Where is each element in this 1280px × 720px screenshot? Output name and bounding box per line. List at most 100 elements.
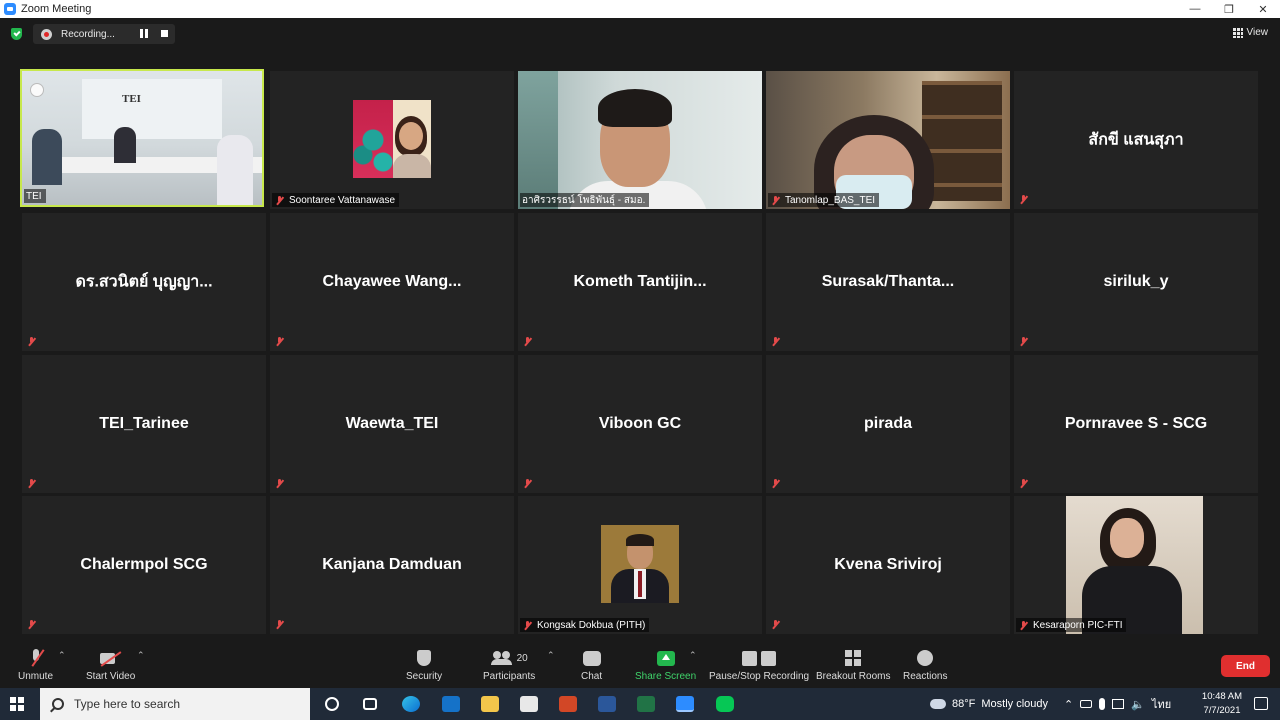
input-language-indicator[interactable]: ไทย (1152, 695, 1171, 713)
windows-start-icon[interactable] (10, 697, 24, 711)
chat-bubble-icon (582, 650, 601, 666)
weather-temperature: 88°F (952, 698, 976, 710)
share-options-chevron-icon[interactable]: ⌃ (689, 650, 697, 661)
mic-muted-icon (1018, 620, 1029, 631)
maximize-icon[interactable]: ❐ (1212, 0, 1246, 18)
edge-browser-icon[interactable] (402, 696, 420, 712)
participants-options-chevron-icon[interactable]: ⌃ (547, 650, 555, 661)
battery-icon[interactable] (1080, 700, 1093, 708)
mic-muted-icon (770, 478, 781, 489)
cortana-icon[interactable] (325, 697, 339, 711)
breakout-rooms-label: Breakout Rooms (816, 671, 891, 682)
close-icon[interactable]: ✕ (1246, 0, 1280, 18)
participant-tile[interactable]: Waewta_TEI (270, 355, 514, 493)
pause-stop-recording-button[interactable]: Pause/Stop Recording (709, 647, 809, 682)
participant-nameplate: อาศิรวรรธน์ โพธิพันธุ์ - สมอ. (520, 193, 650, 207)
participant-tile[interactable]: siriluk_y (1014, 213, 1258, 351)
powerpoint-icon[interactable] (559, 696, 577, 712)
participant-tile[interactable]: Kongsak Dokbua (PITH) (518, 496, 762, 634)
participant-tile[interactable]: Kanjana Damduan (270, 496, 514, 634)
clock-date: 7/7/2021 (1203, 705, 1241, 716)
microsoft-store-icon[interactable] (520, 696, 538, 712)
participants-button[interactable]: 20 Participants (483, 647, 535, 682)
participant-name: Viboon GC (598, 415, 682, 432)
start-video-button[interactable]: Start Video (86, 647, 135, 682)
participant-tile[interactable]: TEI_Tarinee (22, 355, 266, 493)
mic-muted-icon (1018, 478, 1029, 489)
participant-name: Kvena Sriviroj (834, 556, 942, 573)
participant-tile[interactable]: TEI TEI (20, 69, 264, 207)
participant-tile[interactable]: ดร.สวนิตย์ บุญญา... (22, 213, 266, 351)
participant-tile[interactable]: อาศิรวรรธน์ โพธิพันธุ์ - สมอ. (518, 71, 762, 209)
stop-icon (761, 650, 777, 666)
participant-name: Kanjana Damduan (322, 556, 462, 573)
participant-tile[interactable]: Kesaraporn PIC-FTI (1014, 496, 1258, 634)
speaker-icon[interactable]: 🔈 (1131, 698, 1145, 711)
participant-name: TEI_Tarinee (99, 415, 189, 432)
participant-tile[interactable]: Soontaree Vattanawase (270, 71, 514, 209)
participant-tile[interactable]: Chalermpol SCG (22, 496, 266, 634)
participant-tile[interactable]: Tanomlap_BAS_TEI (766, 71, 1010, 209)
unmute-button[interactable]: Unmute (18, 647, 53, 682)
participant-tile[interactable]: Pornravee S - SCG (1014, 355, 1258, 493)
participant-nameplate: Tanomlap_BAS_TEI (768, 193, 880, 207)
word-icon[interactable] (598, 696, 616, 712)
zoom-app-icon (4, 3, 16, 15)
zoom-taskbar-icon[interactable] (676, 696, 694, 712)
share-screen-button[interactable]: Share Screen (635, 647, 696, 682)
file-explorer-icon[interactable] (481, 696, 499, 712)
reactions-button[interactable]: Reactions (903, 647, 947, 682)
mic-muted-icon (522, 478, 533, 489)
participant-tile[interactable]: สักขี แสนสุภา (1014, 71, 1258, 209)
mic-muted-icon (1018, 194, 1029, 205)
minimize-icon[interactable]: — (1178, 0, 1212, 18)
recording-label: Recording... (61, 28, 115, 40)
chat-button[interactable]: Chat (581, 647, 602, 682)
microphone-muted-icon (28, 648, 44, 668)
system-tray: ⌃ 🔈 ไทย (1064, 688, 1171, 720)
breakout-rooms-button[interactable]: Breakout Rooms (816, 647, 890, 682)
participant-video (1066, 496, 1203, 634)
mic-muted-icon (274, 336, 285, 347)
participant-name: Kometh Tantijin... (573, 273, 707, 290)
show-hidden-icons-chevron-icon[interactable]: ⌃ (1064, 698, 1073, 711)
participant-tile[interactable]: Chayawee Wang... (270, 213, 514, 351)
notification-center-icon[interactable] (1254, 697, 1268, 710)
participant-name: Chalermpol SCG (80, 556, 208, 573)
task-view-icon[interactable] (363, 698, 377, 710)
end-meeting-button[interactable]: End (1221, 655, 1270, 677)
profile-picture (353, 100, 431, 178)
participant-nameplate: Kesaraporn PIC-FTI (1016, 618, 1127, 632)
encryption-shield-icon[interactable] (11, 28, 22, 40)
participant-video: TEI (22, 71, 262, 205)
view-button[interactable]: View (1232, 27, 1268, 38)
mic-muted-icon (274, 619, 285, 630)
participant-name: Chayawee Wang... (322, 273, 462, 290)
participant-tile[interactable]: Surasak/Thanta... (766, 213, 1010, 351)
line-app-icon[interactable] (716, 696, 734, 712)
participant-tile[interactable]: Kometh Tantijin... (518, 213, 762, 351)
display-icon[interactable] (1112, 699, 1125, 709)
breakout-rooms-icon (845, 650, 862, 666)
microphone-tray-icon[interactable] (1099, 698, 1106, 710)
participant-tile[interactable]: pirada (766, 355, 1010, 493)
weather-widget[interactable]: 88°F Mostly cloudy (930, 688, 1048, 720)
audio-options-chevron-icon[interactable]: ⌃ (58, 650, 66, 661)
recording-indicator: Recording... (33, 24, 175, 44)
participant-tile[interactable]: Viboon GC (518, 355, 762, 493)
taskbar-search-box[interactable]: Type here to search (40, 688, 310, 720)
mail-icon[interactable] (442, 696, 460, 712)
pause-stop-recording-label: Pause/Stop Recording (709, 671, 810, 682)
weather-description: Mostly cloudy (981, 698, 1048, 710)
stop-recording-icon[interactable] (161, 30, 168, 37)
security-button[interactable]: Security (406, 647, 442, 682)
taskbar-clock[interactable]: 10:48 AM 7/7/2021 (1198, 690, 1246, 718)
mic-muted-icon (274, 195, 285, 206)
pause-recording-icon[interactable] (140, 29, 148, 38)
wall-clock-icon (30, 83, 44, 97)
participant-tile[interactable]: Kvena Sriviroj (766, 496, 1010, 634)
mic-muted-icon (1018, 336, 1029, 347)
excel-icon[interactable] (637, 696, 655, 712)
video-options-chevron-icon[interactable]: ⌃ (137, 650, 145, 661)
office-logo: TEI (122, 93, 141, 105)
